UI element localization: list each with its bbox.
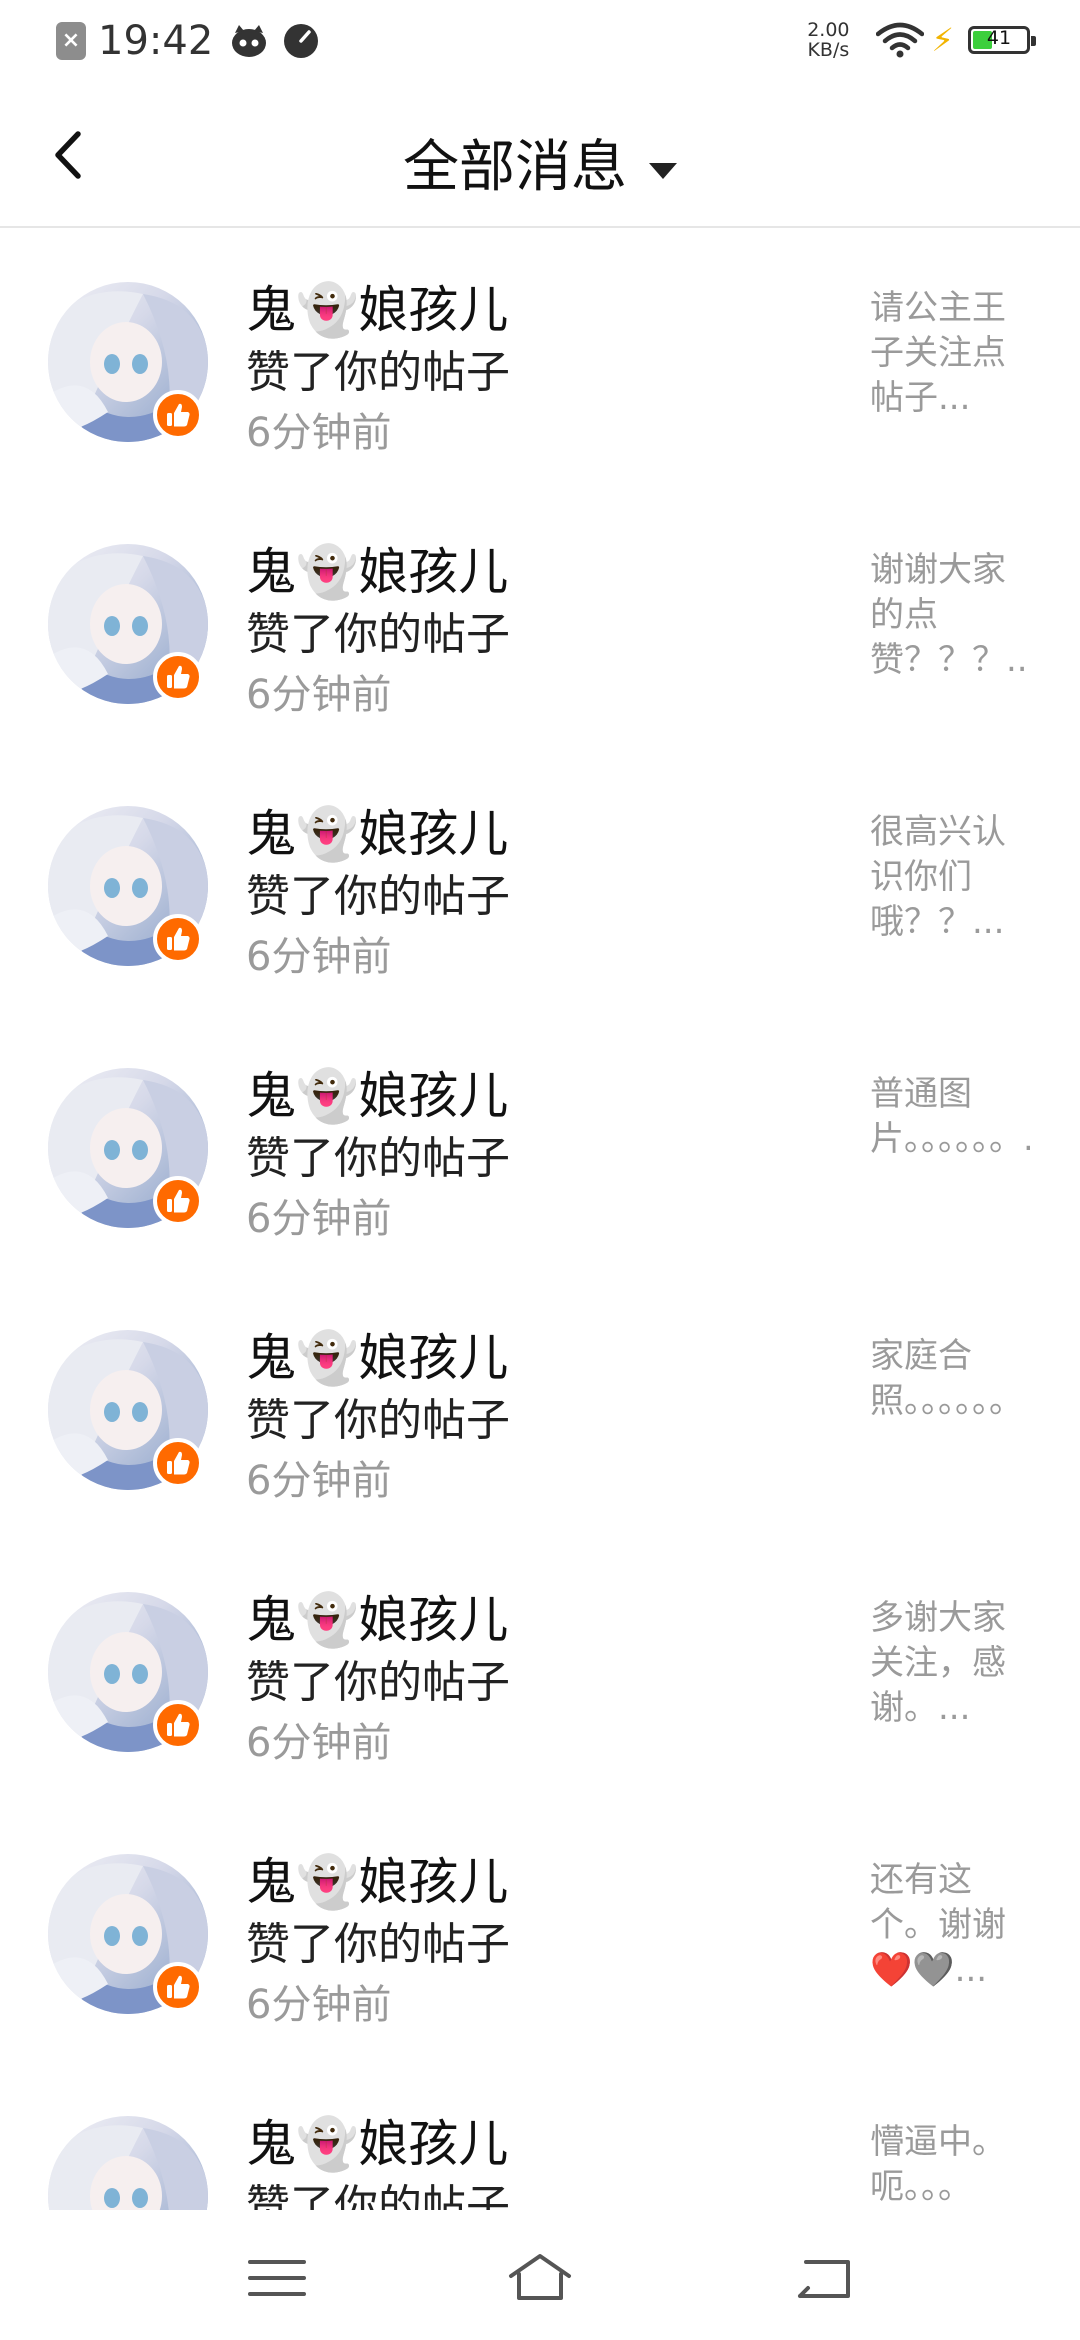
thumbs-up-icon xyxy=(167,1975,190,1999)
like-badge xyxy=(153,914,203,964)
post-preview[interactable]: 普通图片。。。。。。... xyxy=(870,1072,1030,1210)
post-preview[interactable]: 请公主王子关注点帖子... xyxy=(870,286,1030,424)
wifi-icon xyxy=(875,22,924,58)
message-action: 赞了你的帖子 xyxy=(246,1657,510,1708)
post-preview[interactable]: 懵逼中。呃。。。 xyxy=(870,2120,1030,2210)
header-bar: 全部消息 xyxy=(0,84,1080,228)
message-action: 赞了你的帖子 xyxy=(246,347,510,398)
network-speed: 2.00 KB/s xyxy=(807,20,849,60)
message-row[interactable]: 鬼👻娘孩儿 赞了你的帖子 6分钟前 还有这个。谢谢❤️🩶... xyxy=(0,1800,1080,2062)
thumbs-up-icon xyxy=(167,1713,190,1737)
home-icon[interactable] xyxy=(505,2250,575,2306)
sender-name[interactable]: 鬼👻娘孩儿 xyxy=(246,1318,508,1390)
message-time: 6分钟前 xyxy=(246,410,392,456)
sender-name[interactable]: 鬼👻娘孩儿 xyxy=(246,532,508,604)
sender-name[interactable]: 鬼👻娘孩儿 xyxy=(246,270,508,342)
post-preview[interactable]: 多谢大家关注，感谢。... xyxy=(870,1596,1030,1734)
message-action: 赞了你的帖子 xyxy=(246,1919,510,1970)
message-row[interactable]: 鬼👻娘孩儿 赞了你的帖子 6分钟前 很高兴认识你们哦？？... xyxy=(0,752,1080,1014)
message-action: 赞了你的帖子 xyxy=(246,1133,510,1184)
message-row[interactable]: 鬼👻娘孩儿 赞了你的帖子 6分钟前 普通图片。。。。。。... xyxy=(0,1014,1080,1276)
sender-name[interactable]: 鬼👻娘孩儿 xyxy=(246,794,508,866)
thumbs-up-icon xyxy=(167,927,190,951)
sender-name[interactable]: 鬼👻娘孩儿 xyxy=(246,1842,508,1914)
post-preview[interactable]: 很高兴认识你们哦？？... xyxy=(870,810,1030,948)
message-action: 赞了你的帖子 xyxy=(246,1395,510,1446)
status-time: 19:42 xyxy=(98,18,214,64)
like-badge xyxy=(153,1176,203,1226)
like-badge xyxy=(153,1438,203,1488)
message-row[interactable]: 鬼👻娘孩儿 赞了你的帖子 6分钟前 谢谢大家的点赞？？？... xyxy=(0,490,1080,752)
back-icon[interactable] xyxy=(790,2250,860,2306)
sender-name[interactable]: 鬼👻娘孩儿 xyxy=(246,1580,508,1652)
post-preview[interactable]: 家庭合照。。。。。。 xyxy=(870,1334,1030,1472)
menu-icon[interactable] xyxy=(242,2250,312,2306)
post-preview[interactable]: 谢谢大家的点赞？？？... xyxy=(870,548,1030,686)
sim-off-icon: × xyxy=(56,22,86,60)
sender-name[interactable]: 鬼👻娘孩儿 xyxy=(246,2104,508,2176)
speed-value: 2.00 xyxy=(807,19,850,41)
message-action: 赞了你的帖子 xyxy=(246,609,510,660)
message-action: 赞了你的帖子 xyxy=(246,871,510,922)
like-badge xyxy=(153,390,203,440)
message-time: 6分钟前 xyxy=(246,934,392,980)
thumbs-up-icon xyxy=(167,665,190,689)
message-time: 6分钟前 xyxy=(246,1196,392,1242)
post-preview[interactable]: 还有这个。谢谢❤️🩶... xyxy=(870,1858,1030,1996)
message-row[interactable]: 鬼👻娘孩儿 赞了你的帖子 6分钟前 懵逼中。呃。。。 xyxy=(0,2062,1080,2210)
like-badge xyxy=(153,652,203,702)
caret-down-icon xyxy=(649,162,677,179)
message-row[interactable]: 鬼👻娘孩儿 赞了你的帖子 6分钟前 请公主王子关注点帖子... xyxy=(0,228,1080,490)
app-notification-icon xyxy=(232,25,267,57)
thumbs-up-icon xyxy=(167,1189,190,1213)
message-time: 6分钟前 xyxy=(246,1458,392,1504)
message-action: 赞了你的帖子 xyxy=(246,2181,510,2210)
thumbs-up-icon xyxy=(167,1451,190,1475)
charging-icon: ⚡ xyxy=(931,21,954,59)
battery-level: 41 xyxy=(986,27,1012,49)
message-time: 6分钟前 xyxy=(246,672,392,718)
thumbs-up-icon xyxy=(167,403,190,427)
message-time: 6分钟前 xyxy=(246,1982,392,2028)
speedometer-icon xyxy=(284,24,319,58)
message-row[interactable]: 鬼👻娘孩儿 赞了你的帖子 6分钟前 家庭合照。。。。。。 xyxy=(0,1276,1080,1538)
message-list[interactable]: 鬼👻娘孩儿 赞了你的帖子 6分钟前 请公主王子关注点帖子... 鬼👻娘孩儿 赞了… xyxy=(0,228,1080,2210)
system-nav-bar xyxy=(0,2210,1080,2340)
like-badge xyxy=(153,1700,203,1750)
status-bar: × 19:42 2.00 KB/s ⚡ 41 xyxy=(0,0,1080,84)
message-filter-dropdown[interactable]: 全部消息 xyxy=(0,122,1080,203)
sender-name[interactable]: 鬼👻娘孩儿 xyxy=(246,1056,508,1128)
message-row[interactable]: 鬼👻娘孩儿 赞了你的帖子 6分钟前 多谢大家关注，感谢。... xyxy=(0,1538,1080,1800)
like-badge xyxy=(153,1962,203,2012)
battery-icon: 41 xyxy=(968,26,1036,54)
battery-tip xyxy=(1031,36,1036,46)
message-time: 6分钟前 xyxy=(246,1720,392,1766)
page-title: 全部消息 xyxy=(403,135,627,200)
avatar[interactable] xyxy=(48,2116,208,2210)
speed-unit: KB/s xyxy=(807,39,850,61)
